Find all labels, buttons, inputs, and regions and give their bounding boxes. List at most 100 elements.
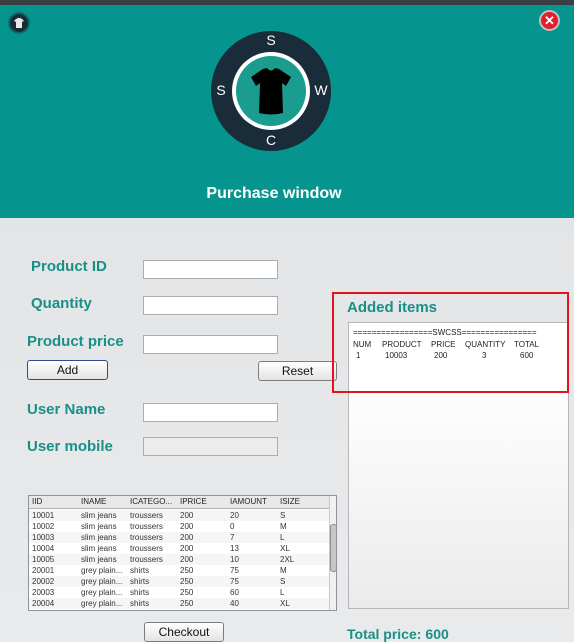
quantity-label: Quantity <box>31 295 92 312</box>
cell-iamount: 0 <box>230 522 235 531</box>
user-name-field[interactable] <box>143 403 278 422</box>
cell-iamount: 40 <box>230 599 239 608</box>
cell-iid: 10001 <box>32 511 55 520</box>
cell-iamount: 75 <box>230 577 239 586</box>
cell-isize: XL <box>280 544 290 553</box>
cell-iid: 10002 <box>32 522 55 531</box>
cell-iprice: 200 <box>180 555 194 564</box>
table-row[interactable]: 10003 slim jeans troussers 200 7 L <box>29 532 329 543</box>
cell-iprice: 200 <box>180 511 194 520</box>
product-id-field[interactable] <box>143 260 278 279</box>
swcss-logo: S S W C <box>211 31 331 151</box>
cell-iname: grey plain... <box>81 566 123 575</box>
user-mobile-label: User mobile <box>27 438 113 455</box>
cell-icategory: shirts <box>130 588 150 597</box>
purchase-window: ✕ S S W C Purchase window Product ID Qua… <box>0 0 574 642</box>
cell-icategory: troussers <box>130 511 163 520</box>
user-mobile-field[interactable] <box>143 437 278 456</box>
shirt-icon <box>251 68 291 115</box>
table-row[interactable]: 10002 slim jeans troussers 200 0 M <box>29 521 329 532</box>
cell-icategory: troussers <box>130 533 163 542</box>
cell-isize: S <box>280 577 286 586</box>
user-name-label: User Name <box>27 401 106 418</box>
cell-isize: M <box>280 522 287 531</box>
cell-iprice: 200 <box>180 522 194 531</box>
cell-iname: slim jeans <box>81 533 117 542</box>
app-logo-icon <box>8 12 30 34</box>
cell-iname: slim jeans <box>81 522 117 531</box>
cell-icategory: shirts <box>130 566 150 575</box>
cell-iid: 10004 <box>32 544 55 553</box>
table-row[interactable]: 10004 slim jeans troussers 200 13 XL <box>29 543 329 554</box>
table-row[interactable]: 20004 grey plain... shirts 250 40 XL <box>29 598 329 609</box>
cell-iid: 10003 <box>32 533 55 542</box>
logo-letter-bottom: C <box>265 132 277 148</box>
quantity-field[interactable] <box>143 296 278 315</box>
table-row[interactable]: 20001 grey plain... shirts 250 75 M <box>29 565 329 576</box>
cell-iprice: 250 <box>180 599 194 608</box>
logo-letter-right: W <box>314 82 328 98</box>
cell-iamount: 7 <box>230 533 235 542</box>
logo-letter-left: S <box>216 82 226 98</box>
total-price-value: 600 <box>425 626 449 642</box>
cell-iprice: 200 <box>180 533 194 542</box>
table-row[interactable]: 20003 grey plain... shirts 250 60 L <box>29 587 329 598</box>
column-header-iname[interactable]: INAME <box>81 497 106 506</box>
cell-icategory: troussers <box>130 522 163 531</box>
cell-iname: grey plain... <box>81 599 123 608</box>
total-price: Total price: 600 <box>347 626 449 642</box>
cell-iname: grey plain... <box>81 577 123 586</box>
product-price-field[interactable] <box>143 335 278 354</box>
table-row[interactable]: 10001 slim jeans troussers 200 20 S <box>29 510 329 521</box>
product-price-label: Product price <box>27 333 124 350</box>
cell-iid: 20004 <box>32 599 55 608</box>
cell-iprice: 250 <box>180 588 194 597</box>
cell-isize: M <box>280 566 287 575</box>
highlight-box <box>332 292 569 393</box>
column-header-iamount[interactable]: IAMOUNT <box>230 497 267 506</box>
cell-iamount: 13 <box>230 544 239 553</box>
column-header-iprice[interactable]: IPRICE <box>180 497 207 506</box>
total-price-label: Total price: <box>347 626 422 642</box>
table-row[interactable]: 20002 grey plain... shirts 250 75 S <box>29 576 329 587</box>
cell-iid: 10005 <box>32 555 55 564</box>
table-header: IID INAME ICATEGO... IPRICE IAMOUNT ISIZ… <box>29 496 329 509</box>
cell-isize: S <box>280 511 286 520</box>
cell-iprice: 250 <box>180 577 194 586</box>
cell-iprice: 250 <box>180 566 194 575</box>
scrollbar-thumb[interactable] <box>330 524 336 572</box>
cell-isize: L <box>280 588 285 597</box>
checkout-button[interactable]: Checkout <box>144 622 224 642</box>
cell-isize: L <box>280 533 285 542</box>
cell-iid: 20003 <box>32 588 55 597</box>
cell-icategory: shirts <box>130 577 150 586</box>
cell-icategory: troussers <box>130 544 163 553</box>
cell-iname: slim jeans <box>81 544 117 553</box>
logo-letter-top: S <box>266 32 276 48</box>
reset-button[interactable]: Reset <box>258 361 337 381</box>
cell-icategory: troussers <box>130 555 163 564</box>
cell-iamount: 20 <box>230 511 239 520</box>
close-icon[interactable]: ✕ <box>539 10 560 31</box>
cell-iamount: 75 <box>230 566 239 575</box>
cell-isize: 2XL <box>280 555 295 564</box>
table-scrollbar[interactable] <box>329 496 336 610</box>
column-header-icategory[interactable]: ICATEGO... <box>130 497 172 506</box>
column-header-iid[interactable]: IID <box>32 497 42 506</box>
cell-iid: 20001 <box>32 566 55 575</box>
cell-iid: 20002 <box>32 577 55 586</box>
cell-icategory: shirts <box>130 599 150 608</box>
cell-iname: slim jeans <box>81 555 117 564</box>
add-button[interactable]: Add <box>27 360 108 380</box>
items-table[interactable]: IID INAME ICATEGO... IPRICE IAMOUNT ISIZ… <box>28 495 337 611</box>
cell-iprice: 200 <box>180 544 194 553</box>
table-row[interactable]: 10005 slim jeans troussers 200 10 2XL <box>29 554 329 565</box>
product-id-label: Product ID <box>31 258 107 275</box>
column-header-isize[interactable]: ISIZE <box>280 497 300 506</box>
page-title: Purchase window <box>206 185 342 202</box>
cell-iname: grey plain... <box>81 588 123 597</box>
cell-iamount: 10 <box>230 555 239 564</box>
cell-iamount: 60 <box>230 588 239 597</box>
cell-iname: slim jeans <box>81 511 117 520</box>
cell-isize: XL <box>280 599 290 608</box>
